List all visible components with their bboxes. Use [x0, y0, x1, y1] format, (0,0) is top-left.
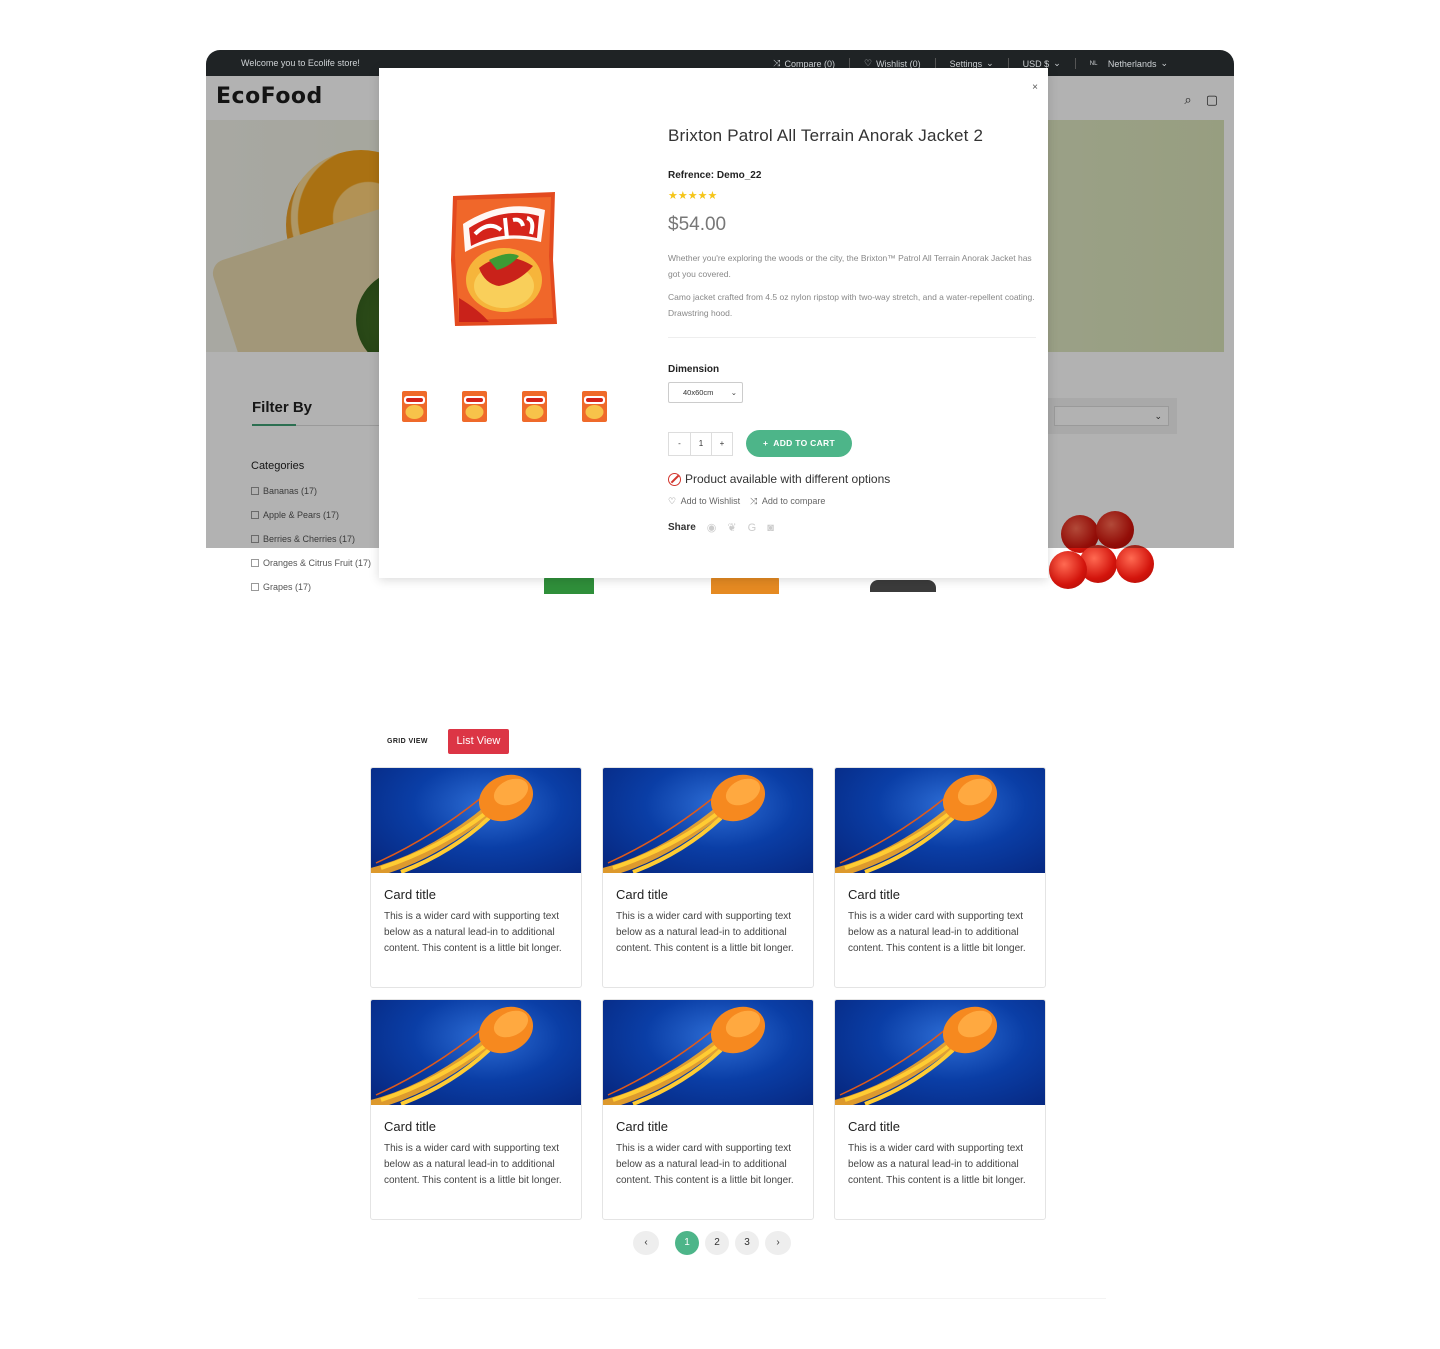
card: Card title This is a wider card with sup…	[370, 767, 582, 988]
thumbnail-image[interactable]	[581, 390, 608, 423]
card-title: Card title	[384, 1119, 437, 1134]
jellyfish-image	[371, 768, 581, 873]
availability-notice: Product available with different options	[668, 472, 1036, 486]
category-item[interactable]: Oranges & Citrus Fruit (17)	[251, 558, 371, 582]
qty-increase-button[interactable]: +	[711, 432, 732, 455]
jellyfish-image	[371, 1000, 581, 1105]
card-text: This is a wider card with supporting tex…	[384, 1143, 562, 1186]
product-title: Brixton Patrol All Terrain Anorak Jacket…	[668, 126, 984, 145]
jellyfish-image	[835, 768, 1045, 873]
card-title: Card title	[848, 887, 901, 902]
chips-bag-image	[451, 192, 557, 326]
thumbnail-image[interactable]	[401, 390, 428, 423]
card-title: Card title	[616, 1119, 669, 1134]
footer-divider	[418, 1298, 1106, 1299]
thumbnail-strip	[401, 390, 608, 423]
prev-page-button[interactable]: ‹	[633, 1231, 659, 1255]
card: Card title This is a wider card with sup…	[370, 999, 582, 1220]
share-label: Share	[668, 522, 696, 533]
card-text: This is a wider card with supporting tex…	[848, 1143, 1026, 1186]
list-view-button[interactable]: List View	[447, 729, 509, 754]
card-title: Card title	[384, 887, 437, 902]
qty-decrease-button[interactable]: -	[669, 433, 690, 455]
checkbox[interactable]	[251, 559, 259, 567]
product-info: Brixton Patrol All Terrain Anorak Jacket…	[668, 126, 1036, 534]
language-dropdown[interactable]: NL Netherlands ⌄	[1074, 58, 1182, 69]
product-price: $54.00	[668, 214, 727, 235]
pagination: ‹ 1 2 3 ›	[633, 1231, 791, 1255]
thumbnail-image[interactable]	[521, 390, 548, 423]
shuffle-icon: ⤨	[750, 496, 758, 506]
grid-view-toggle[interactable]: GRID VIEW	[387, 738, 428, 745]
thumbnail-image[interactable]	[461, 390, 488, 423]
add-to-cart-button[interactable]: + ADD TO CART	[746, 430, 852, 457]
twitter-icon[interactable]: ❦	[727, 521, 736, 534]
card-text: This is a wider card with supporting tex…	[616, 1143, 794, 1186]
qty-input[interactable]: 1	[690, 432, 711, 455]
facebook-icon[interactable]: ◉	[707, 521, 717, 534]
divider	[668, 337, 1036, 338]
chevron-down-icon: ⌄	[1053, 58, 1061, 68]
category-item[interactable]: Grapes (17)	[251, 582, 371, 594]
dimension-label: Dimension	[668, 364, 720, 375]
card-text: This is a wider card with supporting tex…	[384, 911, 562, 954]
card-title: Card title	[848, 1119, 901, 1134]
plus-icon: +	[763, 438, 769, 448]
heart-icon: ♡	[668, 496, 677, 506]
add-to-wishlist-link[interactable]: ♡ Add to Wishlist	[668, 496, 740, 507]
product-description: Whether you're exploring the woods or th…	[668, 253, 1035, 318]
product-reference: Refrence: Demo_22	[668, 170, 762, 181]
instagram-icon[interactable]: ◙	[767, 522, 774, 534]
google-icon[interactable]: G	[748, 522, 757, 534]
quantity-stepper: - 1 +	[668, 431, 733, 456]
dimension-select[interactable]: 40x60cm ⌄	[668, 382, 743, 403]
quick-view-modal: × Brixton Patrol All Terrain Anorak Jack…	[379, 68, 1048, 578]
next-page-button[interactable]: ›	[765, 1231, 791, 1255]
close-icon[interactable]: ×	[1032, 82, 1038, 93]
card: Card title This is a wider card with sup…	[602, 999, 814, 1220]
rating-stars: ★★★★★	[668, 190, 718, 202]
welcome-text: Welcome you to Ecolife store!	[241, 58, 360, 68]
add-to-compare-link[interactable]: ⤨ Add to compare	[750, 496, 825, 507]
card: Card title This is a wider card with sup…	[834, 767, 1046, 988]
card-text: This is a wider card with supporting tex…	[848, 911, 1026, 954]
card: Card title This is a wider card with sup…	[834, 999, 1046, 1220]
card: Card title This is a wider card with sup…	[602, 767, 814, 988]
card-title: Card title	[616, 887, 669, 902]
checkbox[interactable]	[251, 583, 259, 591]
chevron-down-icon: ⌄	[730, 388, 737, 397]
card-text: This is a wider card with supporting tex…	[616, 911, 794, 954]
jellyfish-image	[603, 1000, 813, 1105]
page-button-2[interactable]: 2	[705, 1231, 729, 1255]
card-grid: Card title This is a wider card with sup…	[370, 767, 1046, 1220]
product-image-peek	[870, 580, 936, 592]
jellyfish-image	[835, 1000, 1045, 1105]
page-button-3[interactable]: 3	[735, 1231, 759, 1255]
unavailable-icon	[668, 472, 681, 486]
chevron-down-icon: ⌄	[1160, 58, 1168, 68]
page-button-1[interactable]: 1	[675, 1231, 699, 1255]
jellyfish-image	[603, 768, 813, 873]
share-row: Share ◉ ❦ G ◙	[668, 521, 1036, 535]
